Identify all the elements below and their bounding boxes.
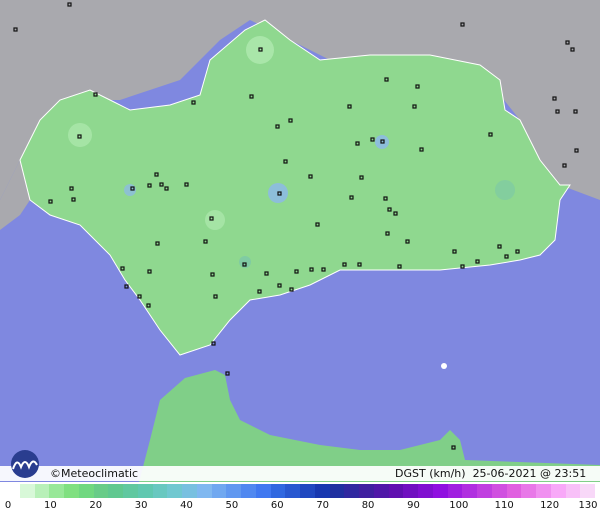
scale-tick: 10 [44,500,57,511]
color-swatch [359,484,374,498]
color-swatch [447,484,463,498]
color-swatch [211,484,227,498]
color-swatch [432,484,448,498]
color-swatch [5,484,20,498]
color-swatch [477,484,492,498]
scale-tick: 70 [316,500,330,511]
scale-tick: 110 [494,500,514,511]
color-swatch [108,484,123,498]
color-swatch [137,484,153,498]
color-swatch [300,484,315,498]
color-swatch [418,484,433,498]
variable-timestamp: DGST (km/h) 25-06-2021 @ 23:51 UTC [395,466,600,495]
color-swatch [226,484,241,498]
unit-label: (km/h) [429,467,466,480]
color-swatch [64,484,79,498]
scale-tick: 50 [225,500,239,511]
color-swatch [491,484,507,498]
color-bar [5,484,595,498]
color-swatch [241,484,256,498]
color-swatch [403,484,418,498]
color-swatch [536,484,551,498]
color-swatch [167,484,182,498]
scale-tick: 130 [578,500,598,511]
color-swatch [123,484,138,498]
map-canvas [0,0,600,517]
color-swatch [388,484,404,498]
scale-tick: 120 [540,500,560,511]
color-swatch [521,484,536,498]
color-swatch [580,484,595,498]
color-swatch [182,484,197,498]
color-swatch [270,484,286,498]
color-swatch [314,484,330,498]
color-swatch [34,484,50,498]
color-swatch [373,484,389,498]
color-swatch [506,484,522,498]
color-swatch [565,484,581,498]
color-swatch [255,484,271,498]
color-swatch [344,484,359,498]
date-label: 25-06-2021 [472,467,537,480]
color-swatch [550,484,566,498]
color-swatch [93,484,109,498]
color-swatch [152,484,168,498]
color-swatch [196,484,212,498]
color-swatch [49,484,64,498]
color-swatch [19,484,35,498]
scale-tick: 30 [134,500,148,511]
credit-text: ©Meteoclimatic [50,467,139,480]
color-swatch [462,484,477,498]
scale-tick: 40 [180,500,193,511]
scale-tick: 100 [449,500,469,511]
color-scale: 0 10 20 30 40 50 60 70 80 90 100 110 120 130 [0,482,600,517]
scale-tick: 0 [4,500,12,511]
at-sign: @ [540,467,551,480]
scale-tick: 90 [407,500,420,511]
variable-label: DGST [395,467,426,480]
color-swatch [329,484,345,498]
scale-tick: 60 [270,500,284,511]
color-swatch [285,484,300,498]
color-swatch [78,484,94,498]
scale-tick: 20 [89,500,103,511]
scale-tick: 80 [361,500,375,511]
meteoclimatic-logo [11,450,39,478]
